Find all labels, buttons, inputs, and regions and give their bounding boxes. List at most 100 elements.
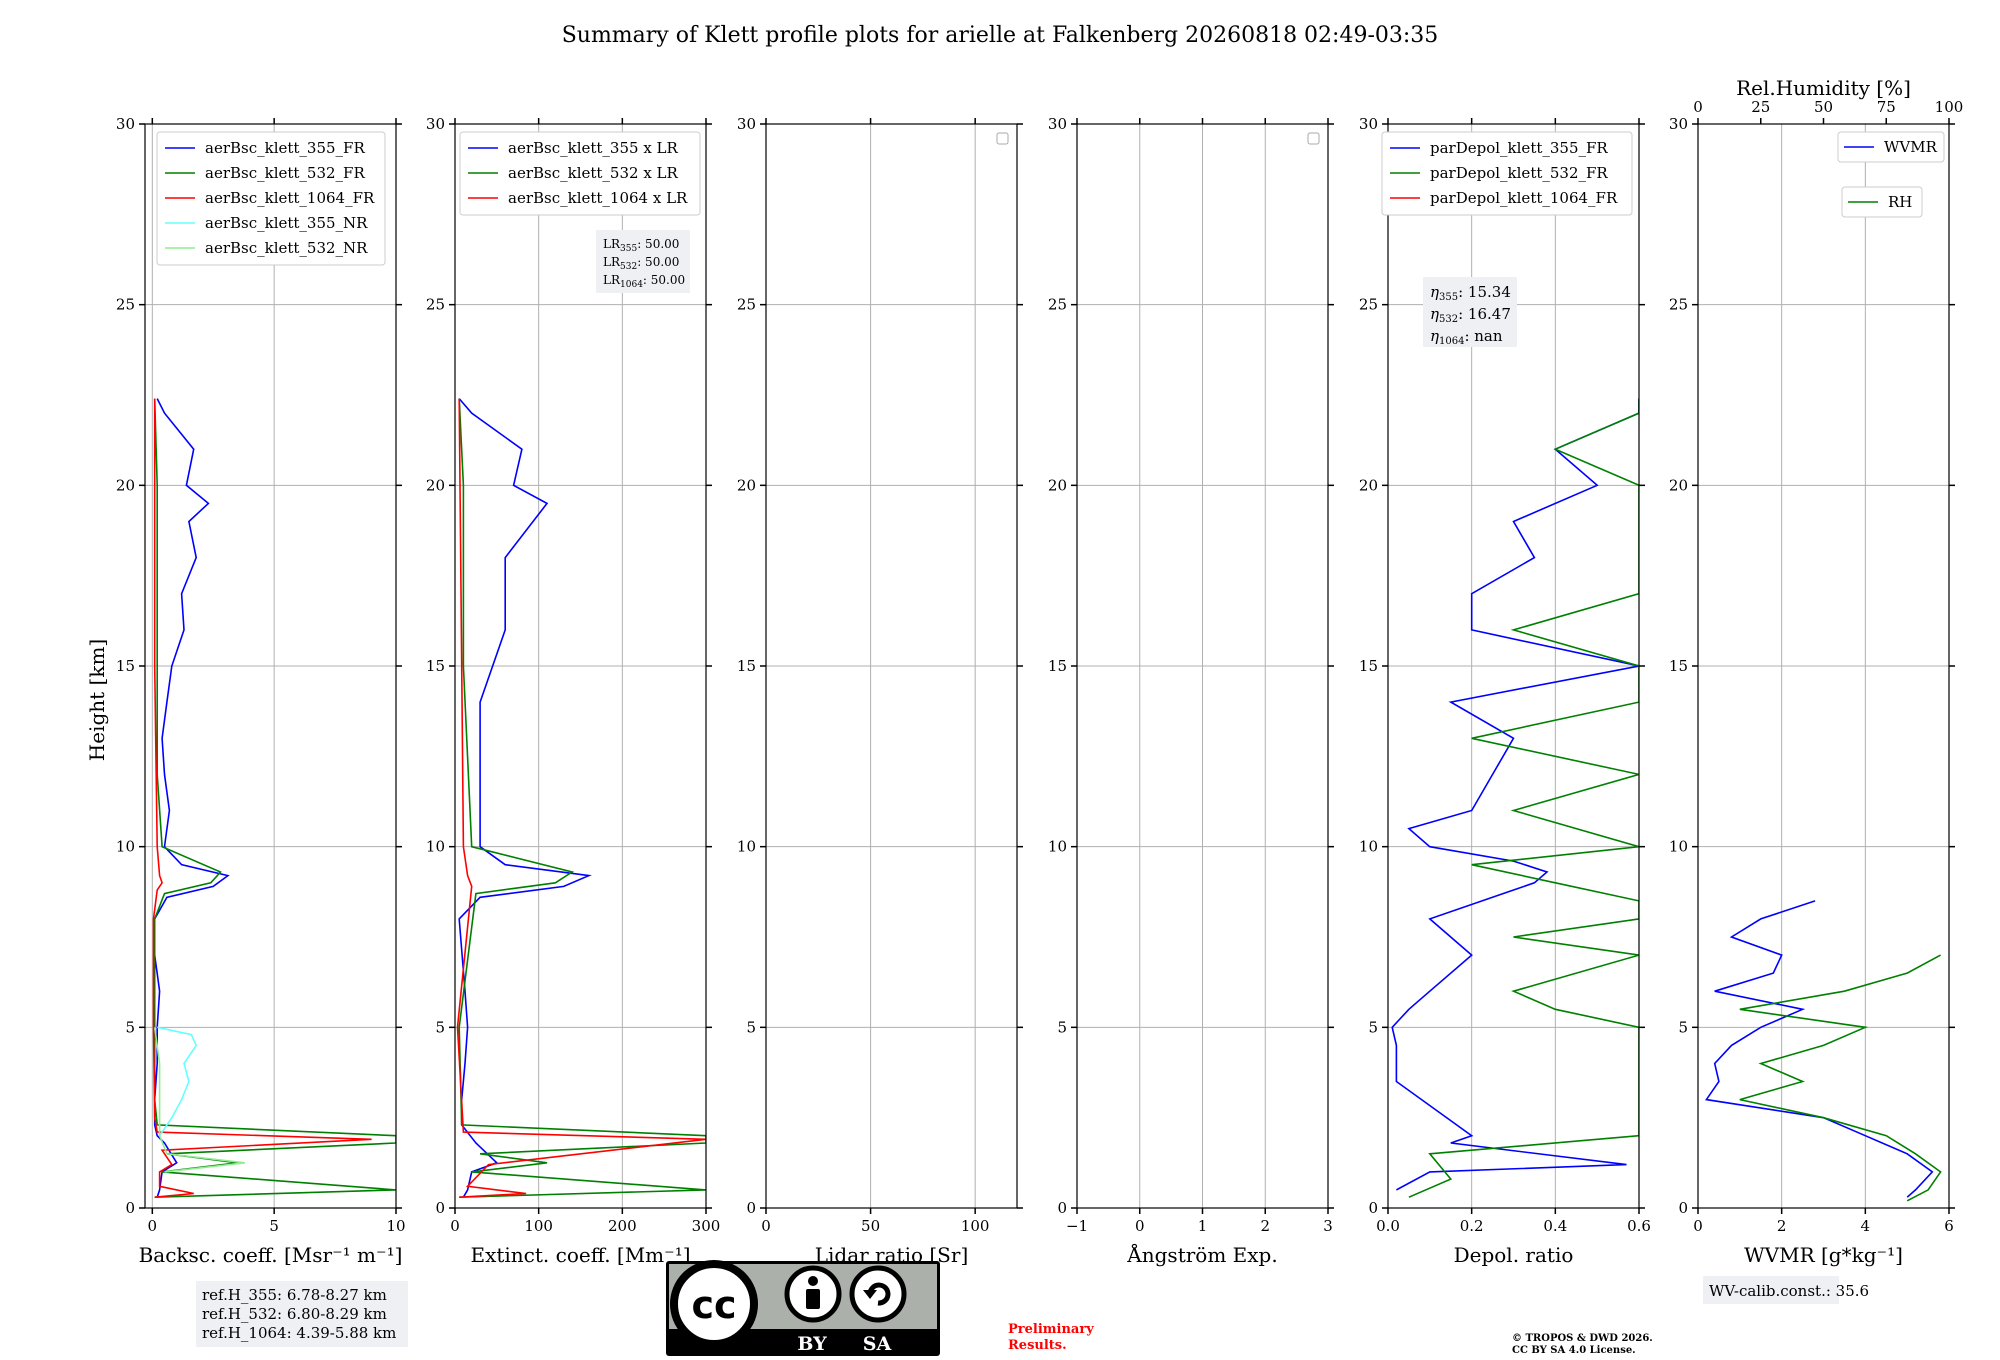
y-tick-label: 30 — [1669, 115, 1688, 133]
series-line-aerBsc_klett_532_FR — [153, 398, 396, 1198]
panel-1: 0 5 10 15 20 25 30 0 5 10 Backsc. coeff. [Msr⁻¹ m⁻… — [116, 115, 406, 1267]
x-tick-label: 6 — [1944, 1217, 1954, 1235]
svg-text:WV-calib.const.: 35.6: WV-calib.const.: 35.6 — [1709, 1282, 1869, 1300]
y-tick-label: 5 — [1057, 1018, 1067, 1036]
series-line-RH — [1739, 954, 1942, 1202]
legend-label: parDepol_klett_355_FR — [1430, 139, 1608, 157]
svg-text:ref.H_532: 6.80-8.29 km: ref.H_532: 6.80-8.29 km — [202, 1305, 387, 1323]
panels-group: 0510152025300 5 10Backsc. coeff. [Msr⁻¹ m⁻… — [116, 76, 1963, 1267]
y-tick-label: 25 — [1669, 296, 1688, 314]
x-tick-label: 0.0 — [1376, 1217, 1400, 1235]
y-tick-label: 30 — [426, 115, 445, 133]
klett-summary-figure: Summary of Klett profile plots for ariel… — [85, 23, 1963, 1356]
legend-label: aerBsc_klett_532_NR — [205, 239, 368, 257]
y-tick-label: 10 — [426, 838, 445, 856]
y-tick-label: 15 — [1048, 657, 1067, 675]
series-line-WVMR — [1705, 900, 1934, 1198]
y-tick-label: 5 — [1678, 1018, 1688, 1036]
y-tick-label: 0 — [435, 1199, 445, 1217]
x-tick-label: 4 — [1861, 1217, 1871, 1235]
x-axis-label: WVMR [g*kg⁻¹] — [1744, 1243, 1903, 1267]
x-tick-label: 0.2 — [1460, 1217, 1484, 1235]
y-tick-label: 10 — [737, 838, 756, 856]
legend-label: WVMR — [1884, 138, 1938, 156]
legend: parDepol_klett_355_FR parDepol_klett_532_… — [1381, 131, 1633, 216]
y-tick-label: 5 — [746, 1018, 756, 1036]
panel-4: 051015202530−1 0 1 2 3Ångström Exp. — [1048, 115, 1334, 1267]
x-tick-label: 0.4 — [1543, 1217, 1567, 1235]
y-tick-label: 5 — [1368, 1018, 1378, 1036]
copyright-note: © TROPOS & DWD 2026. CC BY SA 4.0 License… — [1512, 1333, 1653, 1356]
legend-label: aerBsc_klett_355_NR — [205, 214, 368, 232]
x-axis-label: Depol. ratio — [1454, 1243, 1574, 1267]
y-tick-label: 15 — [426, 657, 445, 675]
y-tick-label: 20 — [116, 476, 135, 494]
series-line-aerBsc_klett_355_NR — [157, 1026, 198, 1137]
x-axis-label: Backsc. coeff. [Msr⁻¹ m⁻¹] — [139, 1243, 403, 1267]
series-line-aerBsc_klett_532 x LR — [458, 398, 706, 1198]
top-tick-label: 25 — [1751, 98, 1770, 116]
y-tick-label: 15 — [1359, 657, 1378, 675]
y-tick-label: 20 — [737, 476, 756, 494]
y-tick-label: 15 — [116, 657, 135, 675]
y-tick-label: 10 — [1669, 838, 1688, 856]
legend: aerBsc_klett_355 x LR aerBsc_klett_532 x … — [459, 131, 701, 216]
x-tick-label: 0.6 — [1627, 1217, 1651, 1235]
legend-label: aerBsc_klett_1064_FR — [205, 189, 375, 207]
x-tick-label: 100 — [961, 1217, 990, 1235]
series-line-aerBsc_klett_1064 x LR — [456, 398, 706, 1198]
x-axis-label: Ångström Exp. — [1126, 1242, 1277, 1267]
top-tick-label: 75 — [1877, 98, 1896, 116]
legend: aerBsc_klett_355_FR aerBsc_klett_532_FRae… — [156, 131, 386, 266]
x-tick-label: 300 — [692, 1217, 721, 1235]
y-tick-label: 30 — [737, 115, 756, 133]
legend-label: aerBsc_klett_1064 x LR — [508, 189, 688, 207]
legend-label: aerBsc_klett_355 x LR — [508, 139, 679, 157]
y-tick-label: 0 — [746, 1199, 756, 1217]
svg-text:BY: BY — [797, 1333, 827, 1355]
lr-box: LR355: 50.00 LR532: 50.00 LR1064: 50.00 — [596, 230, 690, 293]
x-tick-label: 2 — [1260, 1217, 1270, 1235]
panel-6: 0 5 10 15 20 25 30 0 2 4 6 WVMR [g*kg⁻¹] 0 25 50 75 100 R… — [1669, 76, 1963, 1267]
y-tick-label: 20 — [426, 476, 445, 494]
y-tick-label: 25 — [737, 296, 756, 314]
y-tick-label: 15 — [737, 657, 756, 675]
y-tick-label: 30 — [1359, 115, 1378, 133]
y-tick-label: 30 — [116, 115, 135, 133]
eta-box: η355: 15.34 η532: 16.47 η1064: nan — [1423, 277, 1517, 347]
panel-3: 0510152025300 50 100Lidar ratio [Sr] — [737, 115, 1023, 1267]
cc-license-badge: cc BY SA — [666, 1260, 940, 1356]
top-tick-label: 100 — [1935, 98, 1964, 116]
svg-text:cc: cc — [691, 1283, 736, 1327]
x-tick-label: 10 — [386, 1217, 405, 1235]
top-tick-label: 50 — [1814, 98, 1833, 116]
svg-text:SA: SA — [863, 1333, 892, 1355]
y-tick-label: 0 — [1678, 1199, 1688, 1217]
series-line-aerBsc_klett_1064_FR — [152, 398, 372, 1198]
y-tick-label: 5 — [435, 1018, 445, 1036]
y-tick-label: 20 — [1359, 476, 1378, 494]
y-tick-label: 0 — [125, 1199, 135, 1217]
series-line-aerBsc_klett_355_FR — [153, 398, 230, 1198]
x-tick-label: 1 — [1198, 1217, 1208, 1235]
series-line-parDepol_klett_355_FR — [1391, 398, 1639, 1191]
y-tick-label: 0 — [1057, 1199, 1067, 1217]
preliminary-note: Preliminary Results. — [1008, 1322, 1094, 1353]
x-tick-label: 200 — [608, 1217, 637, 1235]
y-axis-label: Height [km] — [85, 639, 109, 761]
y-tick-label: 15 — [1669, 657, 1688, 675]
legend-wvmr: WVMR — [1837, 131, 1945, 163]
top-axis-label: Rel.Humidity [%] — [1736, 76, 1911, 100]
share-alike-icon — [849, 1265, 907, 1323]
x-tick-label: 2 — [1777, 1217, 1787, 1235]
y-tick-label: 5 — [125, 1018, 135, 1036]
figure-title: Summary of Klett profile plots for ariel… — [562, 23, 1439, 48]
y-tick-label: 25 — [1048, 296, 1067, 314]
y-tick-label: 20 — [1048, 476, 1067, 494]
x-tick-label: 0 — [148, 1217, 158, 1235]
y-tick-label: 10 — [116, 838, 135, 856]
x-axis-label: Extinct. coeff. [Mm⁻¹] — [470, 1243, 690, 1267]
x-tick-label: 50 — [861, 1217, 880, 1235]
top-tick-label: 0 — [1693, 98, 1703, 116]
legend-label: aerBsc_klett_532_FR — [205, 164, 365, 182]
